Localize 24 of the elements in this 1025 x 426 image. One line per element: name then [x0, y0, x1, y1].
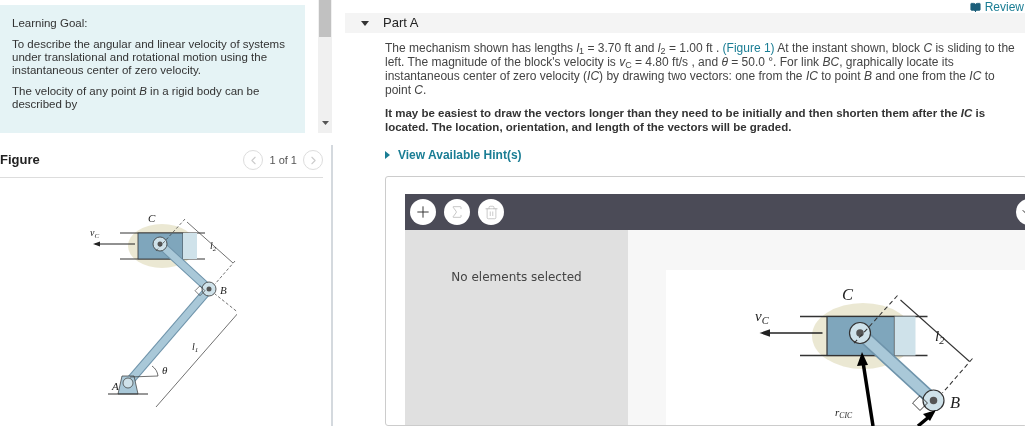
diagram-label: v$_{C}$	[755, 308, 769, 326]
diagram-label: B	[950, 393, 961, 411]
learning-goal-title: Learning Goal:	[12, 17, 89, 30]
figure-link[interactable]: (Figure 1)	[722, 41, 775, 55]
problem-text: The mechanism shown has lengths l$_{1}$ = 3.70 ft and l$_{2}$ = 1.00 ft . (Figure 1) At the instant shown, block C is sliding to the left. The magnitude of the block's velocity is v$_{C}$ = 4.80 ft/s , and θ = 50.0 °. For link BC, graphically locate its instantaneous center of zero velocity (IC) by drawing two vectors: one from the IC to point B and one from the IC to point C.	[385, 41, 1015, 97]
diagram-label: C	[147, 213, 155, 224]
instruction-text: It may be easiest to draw the vectors longer than they need to be initially and then shorten them after the IC is located. The location, orientation, and length of the vectors will be graded.	[385, 106, 987, 134]
pager-text: 1 of 1	[269, 152, 297, 168]
diagram-label: B	[219, 284, 227, 296]
diagram-label: r$_{CIC}$	[835, 406, 853, 420]
diagram-label: l$_{1}$	[191, 341, 198, 354]
diagram-label: v$_{C}$	[89, 227, 99, 240]
learning-goal-text: To describe the angular and linear velocity of systems under translational and rotational motion using the instantaneous center of zero velocity.	[12, 38, 286, 77]
learning-goal-text: The velocity of any point B in a rigid body can be described by	[12, 85, 261, 111]
status-text: No elements selected	[451, 269, 582, 286]
diagram-label: C	[842, 285, 853, 304]
diagram-label: l$_{2}$	[935, 327, 945, 346]
review-link[interactable]: Review	[984, 0, 1024, 16]
diagram-label: A	[111, 380, 119, 392]
part-header[interactable]: Part A	[345, 13, 1025, 33]
figure-title: Figure	[0, 151, 40, 170]
diagram-label: θ	[161, 364, 167, 376]
hint-link[interactable]: View Available Hint(s)	[385, 146, 522, 164]
diagram-label: l$_{2}$	[209, 240, 216, 253]
